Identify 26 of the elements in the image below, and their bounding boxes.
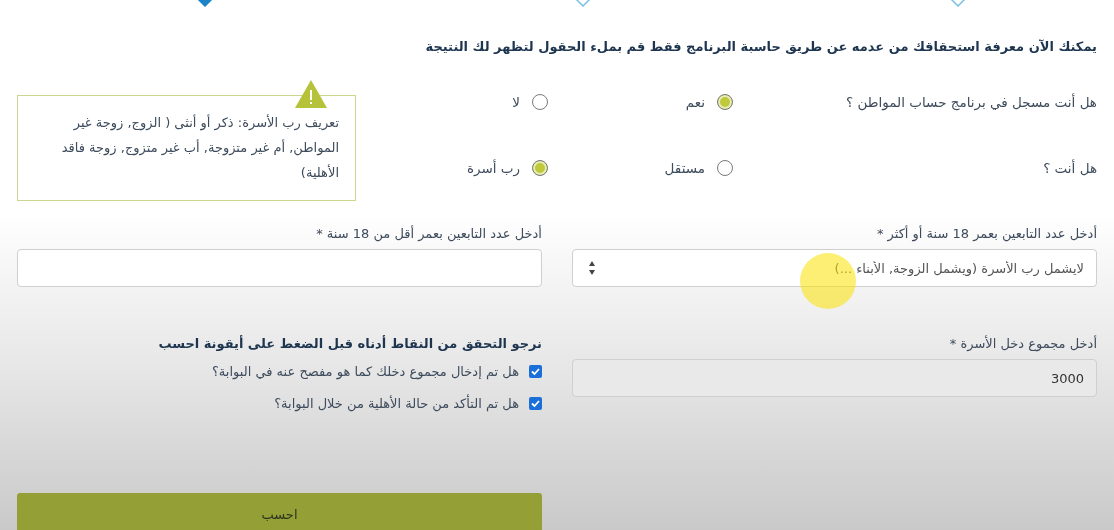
checkbox[interactable] (529, 396, 542, 410)
calculate-button[interactable]: احسب (17, 493, 542, 530)
checkbox[interactable] (529, 364, 542, 378)
radio-button[interactable] (717, 160, 733, 176)
spinner-icon[interactable] (588, 259, 596, 277)
option-label[interactable]: لا (512, 94, 520, 110)
number-field[interactable] (17, 249, 542, 287)
checkbox-label: هل تم إدخال مجموع دخلك كما هو مفصح عنه في البوابة؟ (211, 363, 519, 379)
radio-button[interactable] (532, 94, 548, 110)
checkbox-label: هل تم التأكد من حالة الأهلية من خلال البوابة؟ (274, 395, 519, 411)
info-text: تعريف رب الأسرة: ذكر أو أنثى ( الزوج, زوجة غير المواطن, أم غير متزوجة, أب غير متزوج, زوجة فاقد الأهلية) (61, 115, 339, 180)
field-label: أدخل عدد التابعين بعمر أقل من 18 سنة * (315, 224, 542, 244)
intro-text: يمكنك الآن معرفة استحقاقك من عدمه عن طريق حاسبة البرنامج فقط قم بملء الحقول لتظهر لك النتيجة (424, 38, 1097, 56)
option-label[interactable]: مستقل (664, 160, 705, 176)
field-label: أدخل مجموع دخل الأسرة * (948, 334, 1097, 354)
question-label: هل أنت مسجل في برنامج حساب المواطن ؟ (846, 94, 1097, 110)
cursor-highlight (800, 253, 856, 309)
option-label[interactable]: رب أسرة (466, 160, 520, 176)
radio-button[interactable] (532, 160, 548, 176)
field-label: أدخل عدد التابعين بعمر 18 سنة أو أكثر * (875, 224, 1097, 244)
checklist-title: نرجو التحقق من النقاط أدناه قبل الضغط على أيقونة احسب (157, 334, 542, 353)
number-field[interactable]: لايشمل رب الأسرة (ويشمل الزوجة, الأبناء ...) (572, 249, 1097, 287)
option-label[interactable]: نعم (685, 94, 705, 110)
question-label: هل أنت ؟ (1043, 160, 1097, 176)
income-field[interactable]: 3000 (572, 359, 1097, 397)
radio-button[interactable] (717, 94, 733, 110)
